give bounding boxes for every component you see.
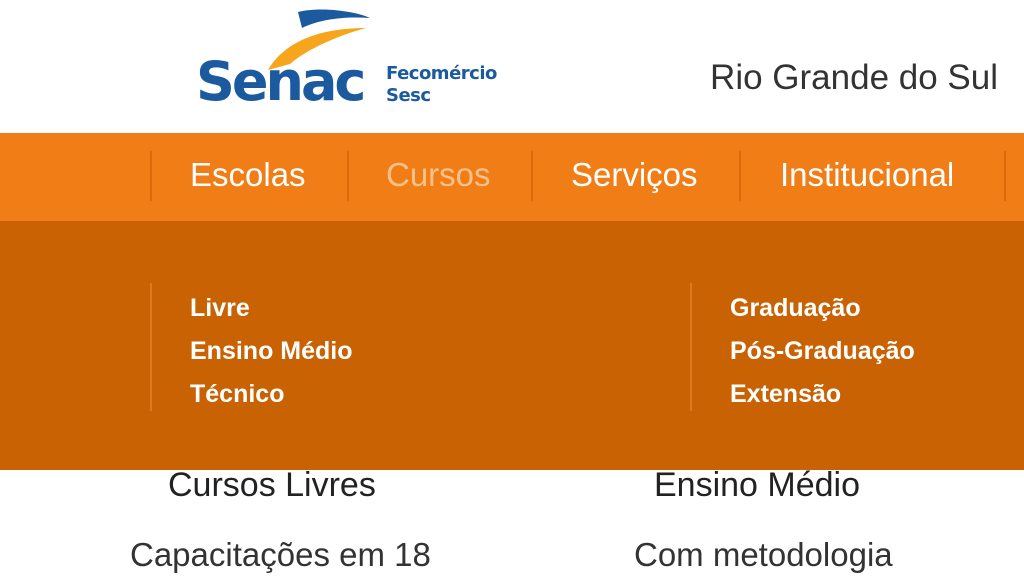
- nav-item-institucional[interactable]: Institucional: [780, 133, 954, 221]
- cursos-dropdown-menu: Livre Ensino Médio Técnico Graduação Pós…: [0, 221, 1024, 470]
- nav-divider: [150, 151, 152, 201]
- dropdown-link-ensino-medio[interactable]: Ensino Médio: [190, 330, 353, 373]
- nav-divider: [1004, 151, 1006, 201]
- nav-divider: [739, 151, 741, 201]
- main-nav: Escolas Cursos Serviços Institucional: [0, 133, 1024, 221]
- logo-wordmark: Senac: [196, 50, 366, 113]
- region-label: Rio Grande do Sul: [710, 58, 998, 97]
- dropdown-divider: [690, 283, 692, 411]
- card-text-cursos-livres: Capacitações em 18: [130, 536, 431, 573]
- logo-fecomercio: Fecomércio: [386, 63, 497, 84]
- site-header: Senac Fecomércio Sesc Rio Grande do Sul: [0, 0, 1024, 133]
- nav-item-cursos[interactable]: Cursos: [386, 133, 491, 221]
- card-text-ensino-medio: Com metodologia: [634, 536, 893, 573]
- senac-logo[interactable]: Senac Fecomércio Sesc: [196, 6, 526, 118]
- dropdown-link-graduacao[interactable]: Graduação: [730, 287, 915, 330]
- logo-sesc: Sesc: [386, 85, 431, 106]
- dropdown-link-extensao[interactable]: Extensão: [730, 373, 915, 416]
- card-title-cursos-livres[interactable]: Cursos Livres: [168, 462, 376, 508]
- nav-divider: [531, 151, 533, 201]
- dropdown-link-livre[interactable]: Livre: [190, 287, 353, 330]
- dropdown-link-pos-graduacao[interactable]: Pós-Graduação: [730, 330, 915, 373]
- card-title-ensino-medio[interactable]: Ensino Médio: [654, 462, 860, 508]
- nav-divider: [347, 151, 349, 201]
- dropdown-link-tecnico[interactable]: Técnico: [190, 373, 353, 416]
- nav-item-servicos[interactable]: Serviços: [571, 133, 698, 221]
- nav-item-escolas[interactable]: Escolas: [190, 133, 306, 221]
- dropdown-column-left: Livre Ensino Médio Técnico: [190, 287, 353, 416]
- dropdown-divider: [150, 283, 152, 411]
- dropdown-column-right: Graduação Pós-Graduação Extensão: [730, 287, 915, 416]
